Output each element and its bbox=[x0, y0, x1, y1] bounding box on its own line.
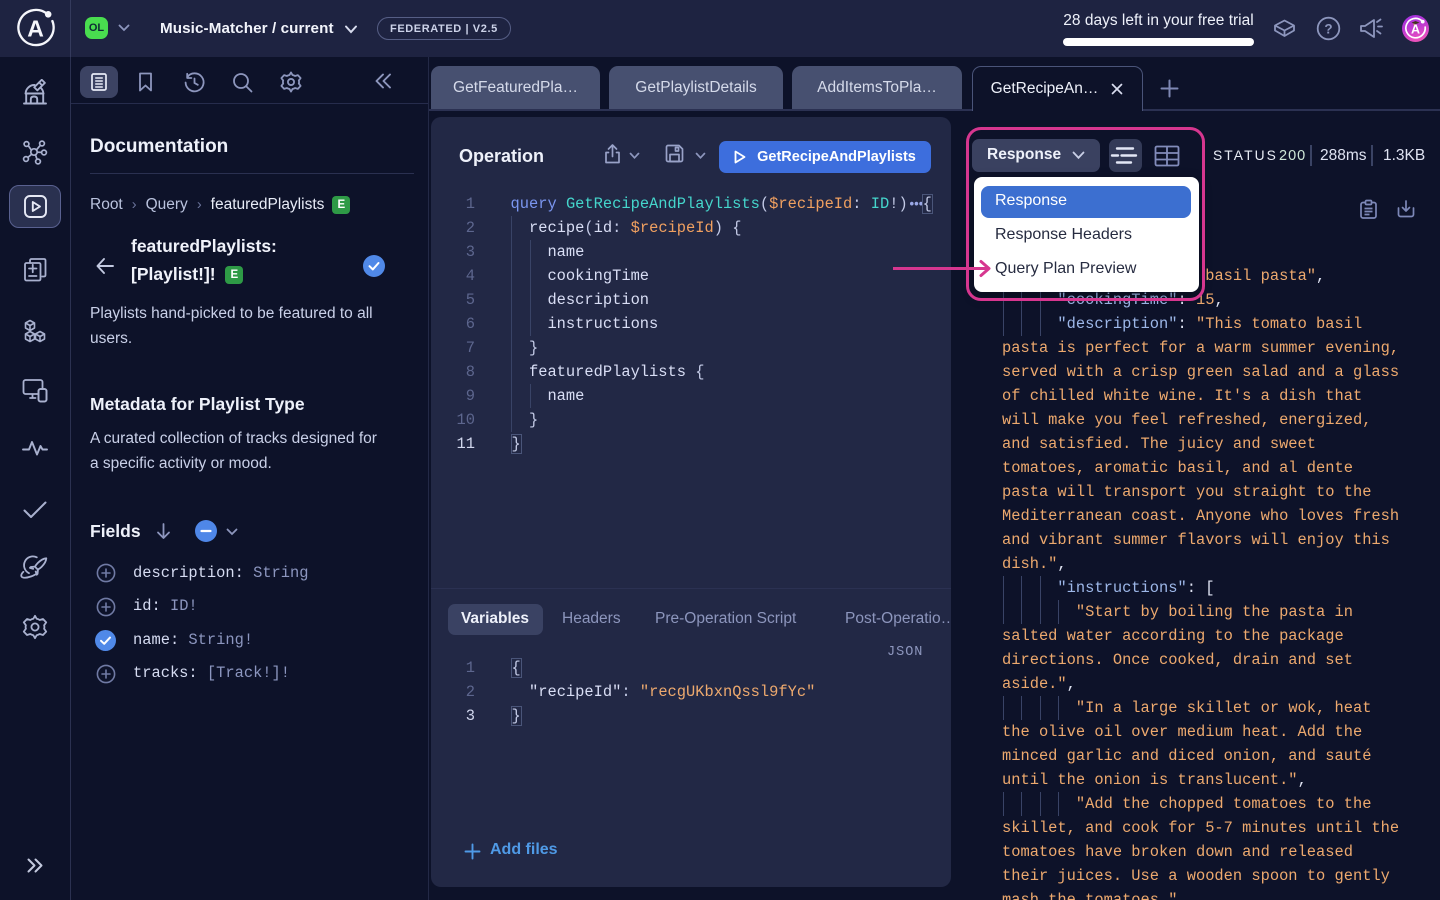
svg-text:A: A bbox=[1411, 23, 1420, 37]
svg-text:?: ? bbox=[1324, 22, 1332, 37]
svg-text:A: A bbox=[27, 16, 44, 42]
